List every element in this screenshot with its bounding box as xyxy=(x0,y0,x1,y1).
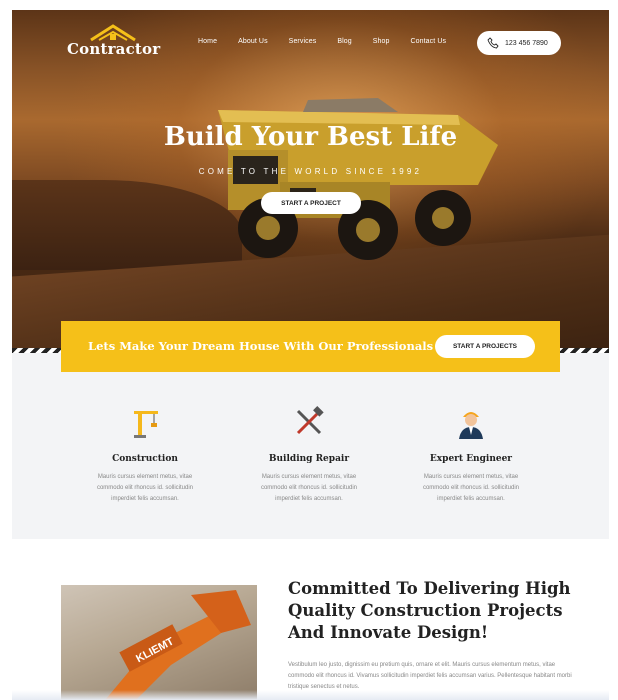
service-title: Construction xyxy=(112,454,178,464)
engineer-icon xyxy=(459,412,483,439)
nav-item-home[interactable]: Home xyxy=(198,38,217,50)
about-text: Vestibulum leo justo, dignissim eu preti… xyxy=(288,662,572,690)
service-construction: Construction Mauris cursus element metus… xyxy=(70,405,220,505)
banner-text: Lets Make Your Dream House With Our Prof… xyxy=(88,339,434,353)
service-title: Expert Engineer xyxy=(429,454,513,464)
dump-truck-image xyxy=(218,98,498,260)
services-section: Construction Mauris cursus element metus… xyxy=(12,353,609,539)
crane-icon xyxy=(134,411,158,438)
hero-subtitle: COME TO THE WORLD SINCE 1992 xyxy=(198,167,423,176)
hero-section: Contractor Home About Us Services Blog S… xyxy=(12,10,609,353)
nav-item-services[interactable]: Services xyxy=(289,38,317,50)
page: Contractor Home About Us Services Blog S… xyxy=(12,10,609,700)
start-project-button[interactable]: START A PROJECT xyxy=(261,192,361,214)
service-desc: Mauris cursus element metus, vitae commo… xyxy=(96,474,194,502)
hammer-wrench-icon xyxy=(296,406,324,435)
top-nav: Contractor Home About Us Services Blog S… xyxy=(12,10,609,70)
service-title: Building Repair xyxy=(268,454,350,464)
excavator-illustration: KLIEMT xyxy=(105,590,251,700)
start-projects-button[interactable]: START A PROJECTS xyxy=(435,335,535,358)
service-desc: Mauris cursus element metus, vitae commo… xyxy=(422,474,520,502)
promo-banner: Lets Make Your Dream House With Our Prof… xyxy=(61,321,560,372)
phone-number: 123 456 7890 xyxy=(505,39,548,47)
service-expert-engineer: Expert Engineer Mauris cursus element me… xyxy=(396,405,546,505)
logo[interactable]: Contractor xyxy=(67,24,161,64)
phone-icon xyxy=(487,37,499,49)
service-desc: Mauris cursus element metus, vitae commo… xyxy=(260,474,358,502)
nav-item-blog[interactable]: Blog xyxy=(337,38,351,50)
service-building-repair: Building Repair Mauris cursus element me… xyxy=(234,405,384,505)
nav-item-shop[interactable]: Shop xyxy=(373,38,390,50)
nav-item-about[interactable]: About Us xyxy=(238,38,268,50)
nav-item-contact[interactable]: Contact Us xyxy=(411,38,447,50)
logo-text: Contractor xyxy=(67,40,161,58)
about-title: Committed To Delivering High Quality Con… xyxy=(288,579,571,642)
bottom-fade xyxy=(12,690,609,700)
hero-title: Build Your Best Life xyxy=(163,122,458,152)
phone-button[interactable]: 123 456 7890 xyxy=(477,31,561,55)
nav-menu: Home About Us Services Blog Shop Contact… xyxy=(198,38,467,50)
excavator-image: KLIEMT xyxy=(61,585,257,700)
